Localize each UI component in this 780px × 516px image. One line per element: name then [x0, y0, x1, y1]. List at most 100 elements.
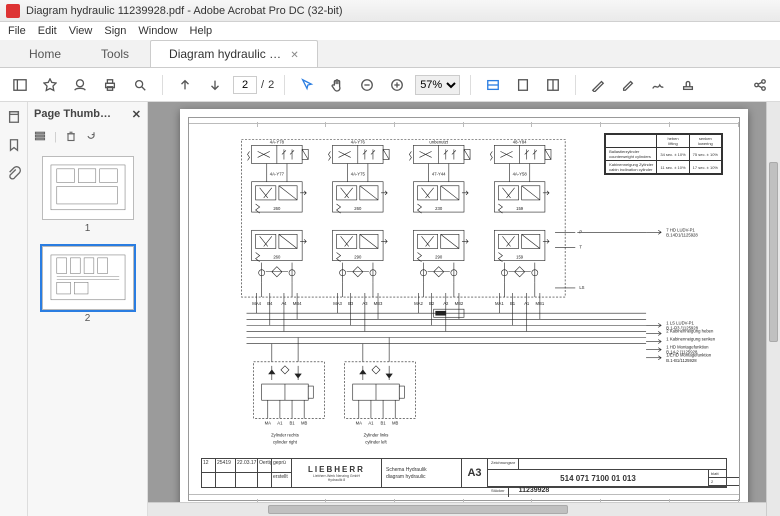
thumbnails-options-icon[interactable] — [34, 130, 46, 145]
svg-text:B4: B4 — [267, 301, 273, 306]
menu-sign[interactable]: Sign — [104, 25, 126, 37]
svg-text:MA2: MA2 — [414, 301, 423, 306]
tab-document-label: Diagram hydraulic … — [169, 47, 281, 61]
svg-text:290: 290 — [354, 255, 362, 260]
svg-text:cylinder left: cylinder left — [365, 440, 387, 445]
bookmarks-rail-button[interactable] — [5, 136, 23, 154]
fit-page-button[interactable] — [511, 73, 535, 97]
menu-file[interactable]: File — [8, 25, 26, 37]
fit-width-button[interactable] — [481, 73, 505, 97]
svg-text:B2: B2 — [429, 301, 435, 306]
title-block: 122541922.03.17Oertig.Sgeprü erstellt LI… — [201, 458, 727, 488]
svg-text:159: 159 — [516, 255, 524, 260]
svg-text:4A-Y78: 4A-Y78 — [270, 139, 285, 144]
svg-text:A2: A2 — [443, 301, 449, 306]
sheet-format: A3 — [462, 459, 488, 487]
hydraulic-schematic: 4A-Y784A-Y77260260MA4B4A4MB44A-Y764A-Y75… — [201, 130, 727, 456]
thumbnails-rail-button[interactable] — [5, 108, 23, 126]
thumbnail-page-2[interactable]: 2 — [42, 246, 134, 324]
attachments-rail-button[interactable] — [5, 164, 23, 182]
svg-text:2 Kabinenneigung heben: 2 Kabinenneigung heben — [666, 328, 714, 333]
page-total: 2 — [268, 79, 274, 91]
sign-button[interactable] — [646, 73, 670, 97]
horizontal-scrollbar[interactable] — [148, 502, 766, 516]
svg-text:159: 159 — [516, 206, 524, 211]
zoom-select[interactable]: 57% — [415, 75, 460, 95]
page-canvas: heben lifting senken lowering Ballastier… — [180, 109, 748, 509]
svg-text:T: T — [579, 244, 582, 249]
thumbnail-label-1: 1 — [85, 223, 91, 234]
zoom-out-button[interactable] — [355, 73, 379, 97]
svg-text:A1: A1 — [524, 301, 530, 306]
search-button[interactable] — [128, 73, 152, 97]
page-current-input[interactable] — [233, 76, 257, 94]
page-indicator: / 2 — [233, 76, 274, 94]
share-button[interactable] — [748, 73, 772, 97]
svg-text:48-Y84: 48-Y84 — [513, 139, 527, 144]
svg-text:230: 230 — [435, 206, 443, 211]
star-button[interactable] — [38, 73, 62, 97]
document-viewport[interactable]: heben lifting senken lowering Ballastier… — [148, 102, 780, 516]
svg-text:MA3: MA3 — [333, 301, 342, 306]
app-icon — [6, 4, 20, 18]
selection-tool-button[interactable] — [295, 73, 319, 97]
tab-document[interactable]: Diagram hydraulic … ✕ — [150, 40, 318, 67]
save-button[interactable] — [68, 73, 92, 97]
menu-view[interactable]: View — [69, 25, 93, 37]
tab-close-icon[interactable]: ✕ — [290, 50, 298, 61]
window-title: Diagram hydraulic 11239928.pdf - Adobe A… — [26, 5, 343, 17]
svg-text:Zylinder rechts: Zylinder rechts — [271, 433, 299, 438]
toolbar: / 2 57% — [0, 68, 780, 102]
tab-tools[interactable]: Tools — [82, 40, 148, 67]
svg-text:MB3: MB3 — [374, 301, 383, 306]
menu-window[interactable]: Window — [138, 25, 177, 37]
svg-text:B1: B1 — [380, 421, 386, 426]
annotate-button[interactable] — [586, 73, 610, 97]
svg-text:4A-Y77: 4A-Y77 — [270, 172, 285, 177]
svg-text:MA1: MA1 — [495, 301, 504, 306]
svg-text:MA: MA — [356, 421, 363, 426]
svg-text:B.14D1/1125928: B.14D1/1125928 — [666, 232, 698, 237]
thumbnails-delete-icon[interactable] — [65, 130, 77, 145]
svg-text:47-Y44: 47-Y44 — [432, 172, 446, 177]
svg-text:LS: LS — [579, 285, 584, 290]
svg-text:Zylinder links: Zylinder links — [364, 433, 389, 438]
svg-text:A1: A1 — [368, 421, 374, 426]
svg-text:B1: B1 — [510, 301, 516, 306]
svg-text:MB2: MB2 — [455, 301, 464, 306]
svg-text:cylinder right: cylinder right — [273, 440, 298, 445]
svg-text:MB1: MB1 — [536, 301, 545, 306]
svg-text:1 Kabinenneigung senken: 1 Kabinenneigung senken — [666, 337, 716, 342]
menu-edit[interactable]: Edit — [38, 25, 57, 37]
menu-help[interactable]: Help — [190, 25, 213, 37]
thumbnail-page-1[interactable]: 1 — [42, 156, 134, 234]
page-separator: / — [261, 79, 264, 91]
thumbnails-tools: | — [28, 126, 147, 148]
svg-text:4A-Y58: 4A-Y58 — [513, 172, 528, 177]
svg-text:A1: A1 — [277, 421, 283, 426]
page-down-button[interactable] — [203, 73, 227, 97]
zoom-in-button[interactable] — [385, 73, 409, 97]
highlight-button[interactable] — [616, 73, 640, 97]
read-mode-button[interactable] — [541, 73, 565, 97]
svg-text:4A-Y76: 4A-Y76 — [351, 139, 366, 144]
window-titlebar: Diagram hydraulic 11239928.pdf - Adobe A… — [0, 0, 780, 22]
svg-text:260: 260 — [273, 255, 281, 260]
svg-text:4A-Y75: 4A-Y75 — [351, 172, 366, 177]
sidebar-toggle-button[interactable] — [8, 73, 32, 97]
main-area: Page Thumb… ✕ | 1 2 — [0, 102, 780, 516]
page-up-button[interactable] — [173, 73, 197, 97]
stamp-button[interactable] — [676, 73, 700, 97]
drawing-description: Schema Hydraulik diagram hydraulic — [382, 459, 462, 487]
thumbnails-panel: Page Thumb… ✕ | 1 2 — [28, 102, 148, 516]
svg-text:B1: B1 — [289, 421, 295, 426]
print-button[interactable] — [98, 73, 122, 97]
vertical-scrollbar[interactable] — [766, 102, 780, 516]
tab-home[interactable]: Home — [10, 40, 80, 67]
hand-tool-button[interactable] — [325, 73, 349, 97]
thumbnails-list[interactable]: 1 2 — [28, 148, 147, 516]
thumbnails-rotate-icon[interactable] — [85, 130, 97, 145]
thumbnails-close-icon[interactable]: ✕ — [132, 108, 141, 121]
svg-text:unbenutzt: unbenutzt — [429, 139, 448, 144]
drawing-number-block: Zeichnungsnr 514 071 7100 01 013 blatt2 … — [488, 459, 726, 487]
